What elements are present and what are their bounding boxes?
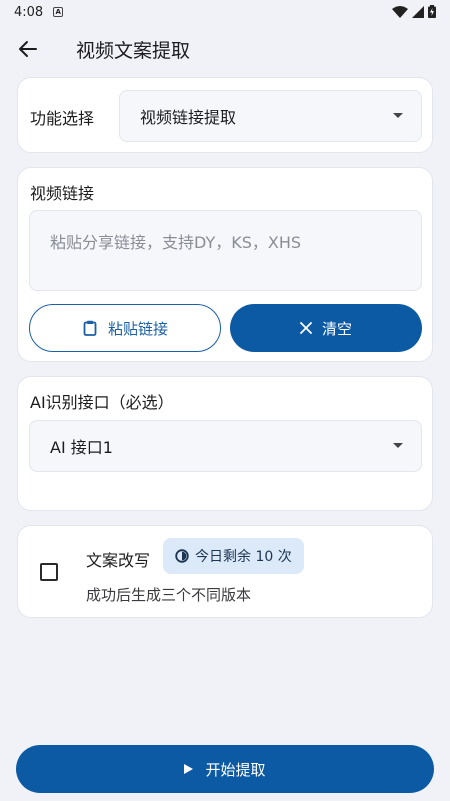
dropdown-arrow-icon xyxy=(393,113,403,118)
rewrite-title: 文案改写 xyxy=(86,551,151,570)
video-link-card: 视频链接 粘贴分享链接，支持DY，KS，XHS 粘贴链接 清空 xyxy=(17,167,433,362)
function-label: 功能选择 xyxy=(30,109,95,128)
status-bar: 4:08 A xyxy=(0,0,450,24)
rewrite-card: 文案改写 今日剩余 10 次 成功后生成三个不同版本 xyxy=(17,525,433,618)
rewrite-description: 成功后生成三个不同版本 xyxy=(86,586,252,604)
ai-interface-selected-value: AI 接口1 xyxy=(50,438,113,457)
play-icon xyxy=(184,764,194,774)
wifi-icon xyxy=(392,5,408,18)
status-icons xyxy=(392,5,436,18)
back-button[interactable] xyxy=(0,28,56,70)
function-dropdown[interactable]: 视频链接提取 xyxy=(119,90,422,142)
paste-link-button[interactable]: 粘贴链接 xyxy=(29,304,221,352)
notification-icon: A xyxy=(53,7,64,17)
ai-interface-dropdown[interactable]: AI 接口1 xyxy=(29,420,422,472)
start-extract-button[interactable]: 开始提取 xyxy=(16,745,434,793)
quota-badge: 今日剩余 10 次 xyxy=(163,538,304,574)
status-time: 4:08 xyxy=(14,4,44,20)
clear-button[interactable]: 清空 xyxy=(230,304,422,352)
ai-interface-card: AI识别接口（必选） AI 接口1 xyxy=(17,376,433,511)
app-bar: 视频文案提取 xyxy=(0,28,450,70)
page-title: 视频文案提取 xyxy=(76,39,191,62)
battery-icon xyxy=(428,5,436,18)
signal-icon xyxy=(412,5,424,18)
close-icon xyxy=(300,322,312,334)
quota-text: 今日剩余 10 次 xyxy=(195,549,292,565)
rewrite-checkbox[interactable] xyxy=(40,563,58,581)
start-extract-label: 开始提取 xyxy=(205,760,266,779)
pie-timer-icon xyxy=(175,549,189,563)
ai-interface-label: AI识别接口（必选） xyxy=(30,393,174,412)
paste-link-label: 粘贴链接 xyxy=(107,319,168,338)
function-selected-value: 视频链接提取 xyxy=(140,108,237,127)
function-card: 功能选择 视频链接提取 xyxy=(17,77,433,153)
clear-label: 清空 xyxy=(321,319,352,338)
clipboard-icon xyxy=(83,320,97,336)
back-arrow-icon xyxy=(19,41,37,57)
video-link-input[interactable]: 粘贴分享链接，支持DY，KS，XHS xyxy=(29,210,422,291)
video-link-label: 视频链接 xyxy=(30,184,95,203)
dropdown-arrow-icon xyxy=(393,443,403,448)
